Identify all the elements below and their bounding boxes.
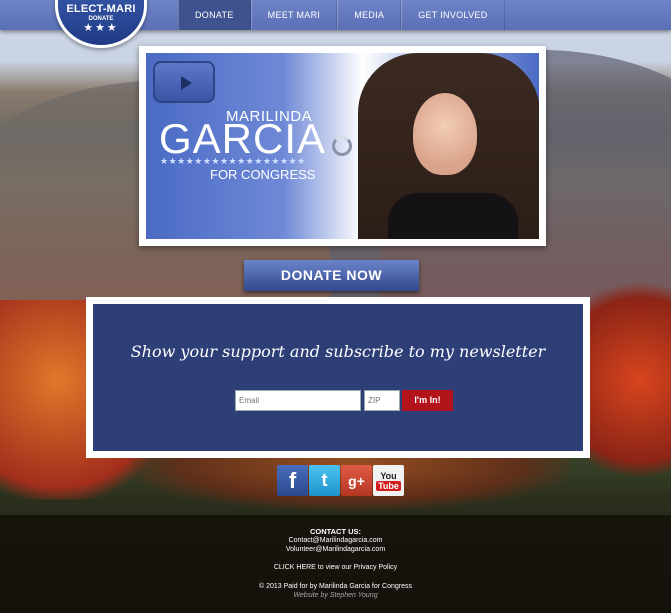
newsletter-panel: Show your support and subscribe to my ne… (86, 297, 590, 458)
youtube-tube: Tube (376, 480, 401, 491)
email-input[interactable] (235, 390, 361, 411)
im-in-button[interactable]: I'm In! (402, 390, 453, 411)
footer: CONTACT US: Contact@Marilindagarcia.com … (0, 515, 671, 613)
loading-spinner-icon (332, 136, 352, 156)
newsletter-title: Show your support and subscribe to my ne… (130, 342, 546, 361)
portrait-shirt (388, 193, 518, 239)
twitter-icon[interactable]: t (309, 465, 340, 496)
nav-meet-mari[interactable]: MEET MARI (250, 0, 338, 30)
logo-title: ELECT-MARI (66, 3, 136, 15)
google-plus-icon[interactable]: g+ (341, 465, 372, 496)
hero-stars: ★★★★★★★★★★★★★★★★★ (160, 156, 306, 166)
footer-credit: Website by Stephen Young (293, 592, 378, 599)
donate-now-button[interactable]: DONATE NOW (244, 260, 419, 291)
social-links: f t g+ You Tube (277, 465, 404, 496)
nav-donate[interactable]: DONATE (178, 0, 251, 30)
nav-get-involved[interactable]: GET INVOLVED (401, 0, 505, 30)
candidate-portrait (358, 53, 539, 239)
main-nav: DONATE MEET MARI MEDIA GET INVOLVED (178, 0, 505, 30)
facebook-icon[interactable]: f (277, 465, 308, 496)
play-icon[interactable] (153, 61, 215, 103)
newsletter-form: Show your support and subscribe to my ne… (93, 304, 583, 451)
portrait-face (413, 93, 477, 175)
nav-media[interactable]: MEDIA (337, 0, 402, 30)
youtube-icon[interactable]: You Tube (373, 465, 404, 496)
hero-subtitle: FOR CONGRESS (210, 167, 316, 182)
privacy-policy-link[interactable]: CLICK HERE to view our Privacy Policy (0, 563, 671, 573)
logo-stars: ★★★ (83, 22, 119, 34)
footer-volunteer-email[interactable]: Volunteer@Marilindagarcia.com (0, 545, 671, 555)
zip-input[interactable] (364, 390, 400, 411)
hero-video[interactable]: MARILINDA GARCIA ★★★★★★★★★★★★★★★★★ FOR C… (146, 53, 539, 239)
youtube-you: You (380, 470, 397, 481)
hero-video-frame: MARILINDA GARCIA ★★★★★★★★★★★★★★★★★ FOR C… (139, 46, 546, 246)
